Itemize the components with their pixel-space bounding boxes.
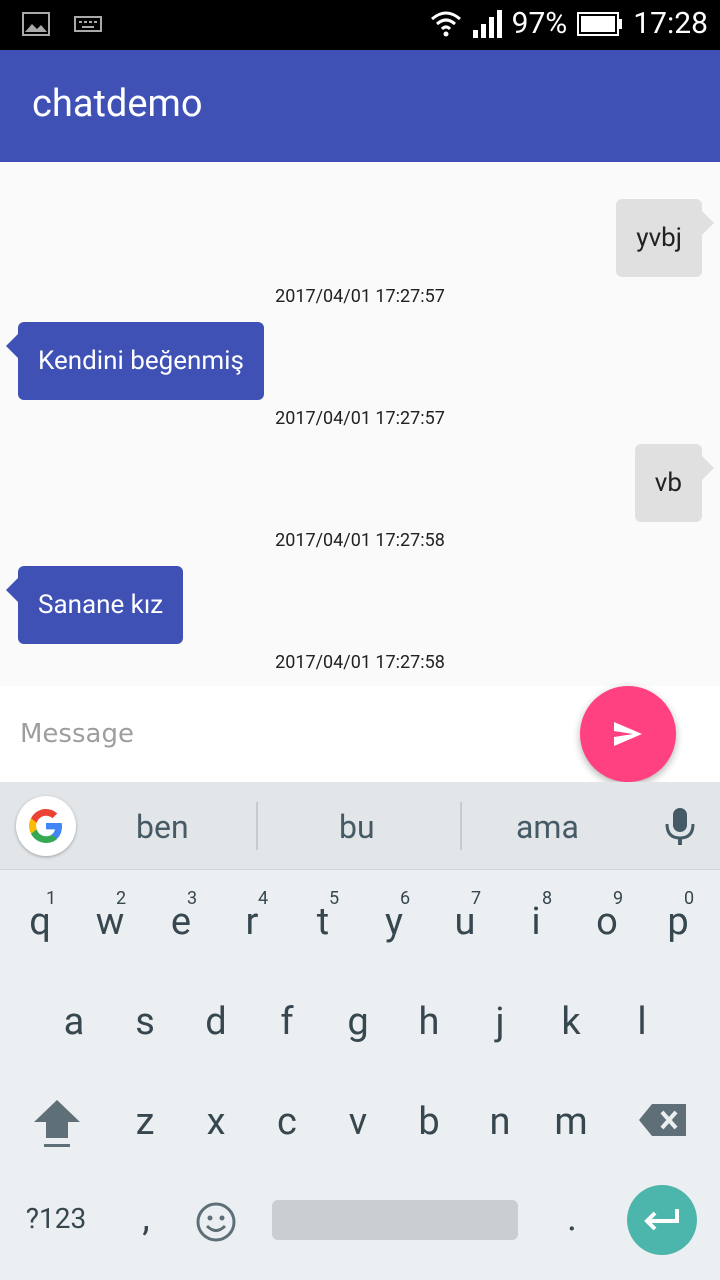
key-k[interactable]: k [541,1000,601,1044]
key-i[interactable]: i8 [506,888,566,944]
message-input[interactable] [20,706,560,762]
key-u[interactable]: u7 [435,888,495,944]
key-t[interactable]: t5 [293,888,353,944]
message-text: Kendini beğenmiş [38,346,244,376]
send-button[interactable] [580,686,676,782]
key-e[interactable]: e3 [151,888,211,944]
gallery-icon [22,12,50,36]
key-f[interactable]: f [257,1000,317,1044]
clock: 17:28 [633,6,708,41]
chat-bubble-outgoing[interactable]: vb [634,444,714,522]
enter-icon [644,1209,679,1231]
symbols-key[interactable]: ?123 [16,1202,96,1235]
enter-key[interactable] [627,1185,697,1255]
key-w[interactable]: w2 [80,888,140,944]
key-l[interactable]: l [612,1000,672,1044]
message-timestamp: 2017/04/01 17:27:58 [275,652,445,673]
app-title: chatdemo [32,82,203,126]
key-c[interactable]: c [257,1100,317,1144]
key-g[interactable]: g [328,1000,388,1044]
key-b[interactable]: b [399,1100,459,1144]
comma-key[interactable]: , [116,1196,176,1240]
key-s[interactable]: s [115,1000,175,1044]
key-n[interactable]: n [470,1100,530,1144]
keyboard-icon [74,16,102,32]
signal-icon [472,9,502,38]
message-text: vb [654,468,682,498]
key-d[interactable]: d [186,1000,246,1044]
key-v[interactable]: v [328,1100,388,1144]
key-y[interactable]: y6 [364,888,424,944]
emoji-icon[interactable] [195,1201,237,1243]
chat-bubble-incoming[interactable]: Kendini beğenmiş [6,322,264,400]
microphone-icon[interactable] [662,806,698,846]
google-icon[interactable] [16,796,76,856]
backspace-icon[interactable] [638,1102,688,1138]
message-timestamp: 2017/04/01 17:27:58 [275,530,445,551]
key-z[interactable]: z [115,1100,175,1144]
battery-icon [577,11,623,36]
key-x[interactable]: x [186,1100,246,1144]
suggestion-3[interactable]: ama [516,808,579,846]
chat-bubble-incoming[interactable]: Sanane kız [6,566,184,644]
suggestion-strip: ben bu ama [0,782,720,870]
message-text: yvbj [636,223,682,253]
key-p[interactable]: p0 [648,888,708,944]
key-m[interactable]: m [541,1100,601,1144]
space-key[interactable] [272,1200,518,1240]
key-a[interactable]: a [44,1000,104,1044]
app-bar: chatdemo [0,50,720,162]
suggestion-divider [256,802,258,850]
status-bar: 97% 17:28 [0,0,720,50]
key-o[interactable]: o9 [577,888,637,944]
send-icon [614,722,642,746]
suggestion-1[interactable]: ben [136,808,189,846]
key-q[interactable]: q1 [10,888,70,944]
message-timestamp: 2017/04/01 17:27:57 [275,408,445,429]
shift-icon[interactable] [32,1098,82,1150]
message-timestamp: 2017/04/01 17:27:57 [275,286,445,307]
suggestion-divider [460,802,462,850]
wifi-icon [430,11,461,36]
chat-bubble-outgoing[interactable]: yvbj [616,199,714,277]
key-j[interactable]: j [470,1000,530,1044]
message-text: Sanane kız [38,590,164,620]
google-logo-icon [29,809,62,843]
suggestion-2[interactable]: bu [339,808,375,846]
key-r[interactable]: r4 [222,888,282,944]
key-h[interactable]: h [399,1000,459,1044]
period-key[interactable]: . [542,1196,602,1240]
battery-percent: 97% [511,6,568,41]
